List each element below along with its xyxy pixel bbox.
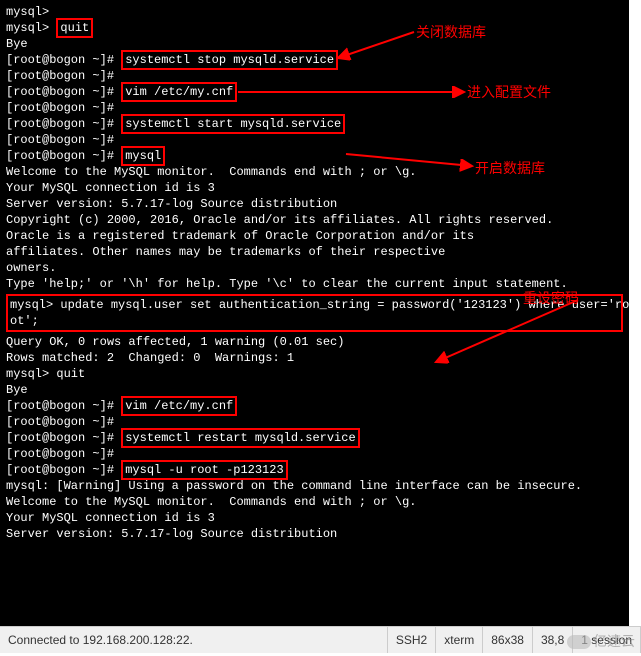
prompt: mysql> [6,21,56,35]
prompt: [root@bogon ~]# [6,53,121,67]
output-line: Copyright (c) 2000, 2016, Oracle and/or … [6,212,623,228]
prompt: [root@bogon ~]# [6,399,121,413]
annotation-open-db: 开启数据库 [475,160,545,176]
output-line: [root@bogon ~]# vim /etc/my.cnf [6,398,623,414]
cloud-icon [567,635,591,649]
status-size: 86x38 [483,627,533,653]
prompt: [root@bogon ~]# [6,149,121,163]
cmd-mysql-login: mysql -u root -p123123 [121,460,287,480]
cmd-restart-mysqld: systemctl restart mysqld.service [121,428,359,448]
status-protocol: SSH2 [388,627,436,653]
status-bar: Connected to 192.168.200.128:22. SSH2 xt… [0,626,641,653]
output-line: Bye [6,382,623,398]
prompt: [root@bogon ~]# [6,117,121,131]
output-line: Server version: 5.7.17-log Source distri… [6,196,623,212]
annotation-reset-pwd: 重设密码 [523,290,579,306]
output-line: Rows matched: 2 Changed: 0 Warnings: 1 [6,350,623,366]
output-line: [root@bogon ~]# [6,446,623,462]
output-line: Your MySQL connection id is 3 [6,510,623,526]
output-line: [root@bogon ~]# systemctl restart mysqld… [6,430,623,446]
output-line: Oracle is a registered trademark of Orac… [6,228,623,244]
output-line: [root@bogon ~]# mysql -u root -p123123 [6,462,623,478]
output-line: Query OK, 0 rows affected, 1 warning (0.… [6,334,623,350]
output-line: affiliates. Other names may be trademark… [6,244,623,260]
output-line: [root@bogon ~]# [6,132,623,148]
output-line: ot'; [10,313,619,329]
terminal-window[interactable]: mysql> mysql> quit Bye [root@bogon ~]# s… [0,0,629,626]
cmd-mysql: mysql [121,146,165,166]
cmd-vim-mycnf: vim /etc/my.cnf [121,82,237,102]
cmd-stop-mysqld: systemctl stop mysqld.service [121,50,338,70]
output-line: [root@bogon ~]# [6,68,623,84]
status-connection: Connected to 192.168.200.128:22. [0,627,388,653]
prompt: [root@bogon ~]# [6,85,121,99]
status-termtype: xterm [436,627,483,653]
cmd-vim-mycnf-2: vim /etc/my.cnf [121,396,237,416]
cmd-start-mysqld: systemctl start mysqld.service [121,114,345,134]
prompt: [root@bogon ~]# [6,431,121,445]
output-line: [root@bogon ~]# systemctl start mysqld.s… [6,116,623,132]
annotation-config-file: 进入配置文件 [467,84,551,100]
watermark-text: 亿速云 [593,633,635,649]
output-line: Your MySQL connection id is 3 [6,180,623,196]
output-line: mysql> [6,4,623,20]
prompt: [root@bogon ~]# [6,463,121,477]
cmd-quit: quit [56,18,93,38]
output-line: mysql: [Warning] Using a password on the… [6,478,623,494]
output-line: Welcome to the MySQL monitor. Commands e… [6,494,623,510]
output-line: [root@bogon ~]# systemctl stop mysqld.se… [6,52,623,68]
annotation-close-db: 关闭数据库 [416,24,486,40]
output-line: owners. [6,260,623,276]
output-line: mysql> quit [6,20,623,36]
output-line: mysql> quit [6,366,623,382]
watermark-logo: 亿速云 [567,631,635,651]
output-line: Server version: 5.7.17-log Source distri… [6,526,623,542]
